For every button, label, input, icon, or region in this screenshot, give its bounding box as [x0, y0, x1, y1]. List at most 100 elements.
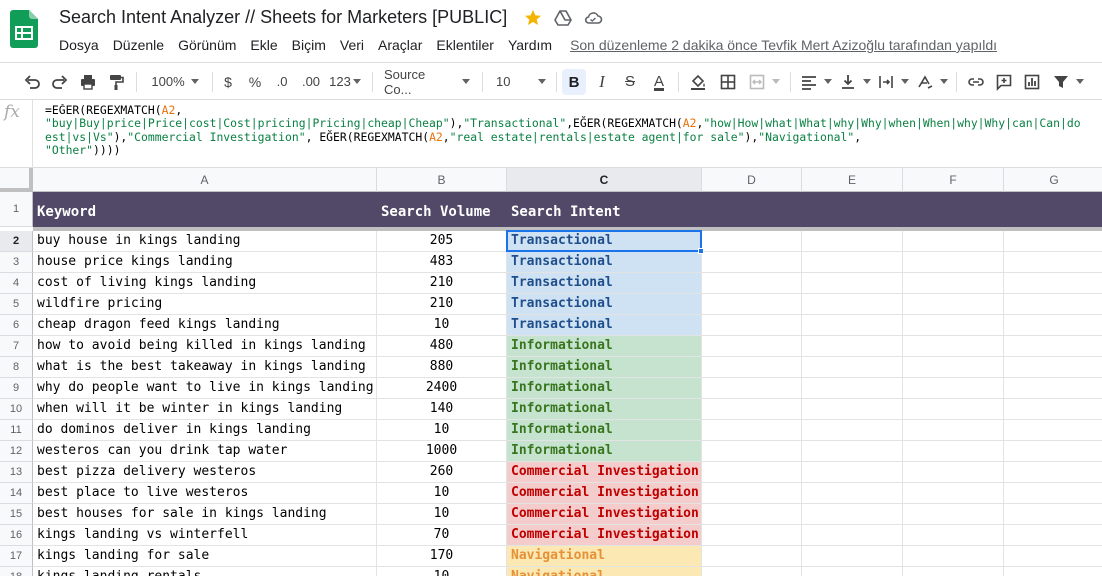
empty-cell[interactable] — [802, 462, 903, 483]
text-wrapping-icon[interactable] — [876, 63, 910, 100]
empty-cell[interactable] — [1004, 546, 1102, 567]
empty-cell[interactable] — [903, 441, 1004, 462]
search-intent-cell[interactable]: Informational — [507, 336, 702, 357]
empty-cell[interactable] — [702, 336, 802, 357]
search-intent-cell[interactable]: Navigational — [507, 546, 702, 567]
empty-cell[interactable] — [903, 420, 1004, 441]
italic-button[interactable]: I — [590, 63, 614, 100]
empty-cell[interactable] — [702, 504, 802, 525]
fill-color-icon[interactable] — [686, 63, 710, 100]
row-header[interactable]: 16 — [0, 525, 33, 546]
empty-cell[interactable] — [802, 525, 903, 546]
search-volume-cell[interactable]: 1000 — [377, 441, 507, 462]
empty-cell[interactable] — [1004, 252, 1102, 273]
empty-cell[interactable] — [903, 357, 1004, 378]
empty-cell[interactable] — [1004, 567, 1102, 576]
empty-cell[interactable] — [1004, 441, 1102, 462]
borders-icon[interactable] — [716, 63, 740, 100]
search-intent-cell[interactable]: Informational — [507, 357, 702, 378]
empty-cell[interactable] — [702, 462, 802, 483]
search-volume-cell[interactable]: 210 — [377, 294, 507, 315]
empty-cell[interactable] — [702, 357, 802, 378]
row-header[interactable]: 10 — [0, 399, 33, 420]
row-header[interactable]: 17 — [0, 546, 33, 567]
merge-cells-icon[interactable] — [744, 63, 784, 100]
search-volume-cell[interactable]: 70 — [377, 525, 507, 546]
currency-format-button[interactable]: $ — [218, 63, 238, 100]
empty-cell[interactable] — [903, 336, 1004, 357]
empty-cell[interactable] — [802, 399, 903, 420]
text-color-button[interactable]: A — [646, 63, 672, 100]
empty-cell[interactable] — [1004, 273, 1102, 294]
empty-cell[interactable] — [1004, 462, 1102, 483]
insert-link-icon[interactable] — [964, 63, 988, 100]
empty-cell[interactable] — [702, 567, 802, 576]
search-volume-cell[interactable]: 880 — [377, 357, 507, 378]
empty-cell[interactable] — [702, 378, 802, 399]
column-header-e[interactable]: E — [802, 168, 903, 192]
empty-cell[interactable] — [702, 441, 802, 462]
empty-cell[interactable] — [802, 441, 903, 462]
row-header[interactable]: 5 — [0, 294, 33, 315]
row-header[interactable]: 8 — [0, 357, 33, 378]
decrease-decimal-button[interactable]: .0 — [270, 63, 294, 100]
keyword-cell[interactable]: cheap dragon feed kings landing — [33, 315, 377, 336]
insert-chart-icon[interactable] — [1020, 63, 1044, 100]
empty-cell[interactable] — [802, 273, 903, 294]
last-edit-link[interactable]: Son düzenleme 2 dakika önce Tevfik Mert … — [570, 37, 997, 53]
keyword-cell[interactable]: best place to live westeros — [33, 483, 377, 504]
search-intent-cell[interactable]: Transactional — [507, 252, 702, 273]
search-intent-cell[interactable]: Navigational — [507, 567, 702, 576]
search-volume-cell[interactable]: 10 — [377, 504, 507, 525]
empty-cell[interactable] — [903, 399, 1004, 420]
empty-cell[interactable] — [1004, 504, 1102, 525]
search-volume-cell[interactable]: 210 — [377, 273, 507, 294]
row-header[interactable]: 7 — [0, 336, 33, 357]
print-icon[interactable] — [76, 63, 100, 100]
undo-icon[interactable] — [20, 63, 44, 100]
empty-cell[interactable] — [802, 483, 903, 504]
column-header-g[interactable]: G — [1004, 168, 1102, 192]
empty-cell[interactable] — [1004, 231, 1102, 252]
row-header[interactable]: 14 — [0, 483, 33, 504]
search-volume-cell[interactable]: 483 — [377, 252, 507, 273]
empty-cell[interactable] — [1004, 294, 1102, 315]
search-intent-cell[interactable]: Transactional — [507, 294, 702, 315]
search-intent-cell[interactable]: Informational — [507, 420, 702, 441]
search-intent-cell[interactable]: Commercial Investigation — [507, 483, 702, 504]
search-volume-cell[interactable]: 10 — [377, 420, 507, 441]
empty-cell[interactable] — [702, 315, 802, 336]
column-header-f[interactable]: F — [903, 168, 1004, 192]
empty-cell[interactable] — [802, 504, 903, 525]
row-header[interactable]: 11 — [0, 420, 33, 441]
search-intent-cell[interactable]: Transactional — [507, 315, 702, 336]
row-header[interactable]: 4 — [0, 273, 33, 294]
strikethrough-button[interactable]: S — [618, 63, 642, 100]
keyword-cell[interactable]: kings landing vs winterfell — [33, 525, 377, 546]
search-volume-cell[interactable]: 10 — [377, 567, 507, 576]
filter-icon[interactable] — [1048, 63, 1088, 100]
empty-cell[interactable] — [802, 315, 903, 336]
keyword-cell[interactable]: house price kings landing — [33, 252, 377, 273]
row-header[interactable]: 18 — [0, 567, 33, 576]
search-intent-cell[interactable]: Informational — [507, 399, 702, 420]
search-intent-cell[interactable]: Commercial Investigation — [507, 525, 702, 546]
menu-eklentiler[interactable]: Eklentiler — [436, 37, 494, 53]
empty-cell[interactable] — [702, 294, 802, 315]
keyword-cell[interactable]: buy house in kings landing — [33, 231, 377, 252]
search-intent-cell[interactable]: Informational — [507, 378, 702, 399]
row-header[interactable]: 13 — [0, 462, 33, 483]
row-header[interactable]: 15 — [0, 504, 33, 525]
search-volume-cell[interactable]: 205 — [377, 231, 507, 252]
empty-cell[interactable] — [1004, 399, 1102, 420]
empty-cell[interactable] — [903, 546, 1004, 567]
search-intent-cell[interactable]: Informational — [507, 441, 702, 462]
column-header-c[interactable]: C — [507, 168, 702, 192]
header-search-volume[interactable]: Search Volume — [377, 192, 507, 227]
empty-cell[interactable] — [802, 378, 903, 399]
empty-cell[interactable] — [1004, 336, 1102, 357]
empty-cell[interactable] — [903, 231, 1004, 252]
empty-cell[interactable] — [802, 357, 903, 378]
empty-cell[interactable] — [802, 546, 903, 567]
bold-button[interactable]: B — [562, 69, 586, 95]
